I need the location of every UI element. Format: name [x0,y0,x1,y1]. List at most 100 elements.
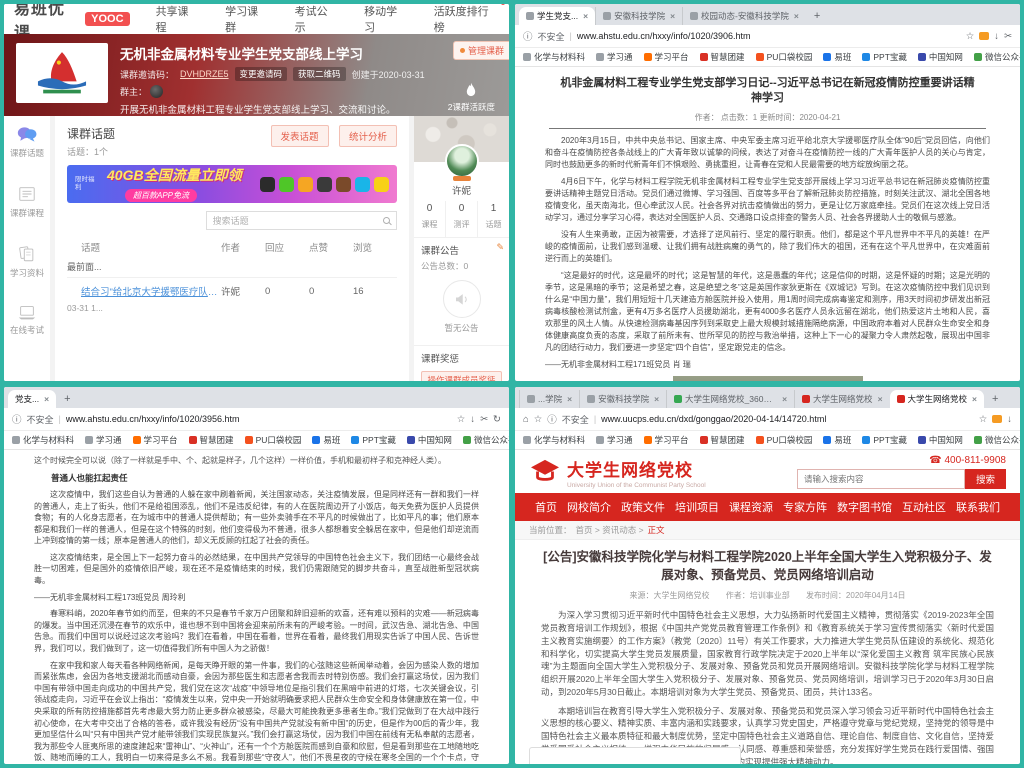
topic-row[interactable]: 结合习"给北京大学援鄂医疗队全体... 许妮 0 0 16 [67,277,397,298]
site-logo[interactable]: 大学生网络党校 University Union of the Communis… [529,456,706,489]
owner-avatar[interactable] [150,85,163,98]
get-qr-button[interactable]: 获取二维码 [293,67,346,81]
browser-tab[interactable]: 安徽科技学院 [579,390,666,408]
bookmark[interactable]: 化学与材料科 [523,434,585,446]
bookmark[interactable]: 微信公众平 [463,434,509,446]
yooc-nav-item[interactable]: 学习课群 [225,4,269,35]
bookmark[interactable]: 智慧团建 [700,51,745,63]
browser-tab[interactable]: 党支... [8,390,56,408]
security-label[interactable]: 不安全 [562,413,589,426]
bookmark[interactable]: 微信公众平 [974,51,1020,63]
star-icon[interactable]: ☆ [979,414,988,425]
bookmark[interactable]: PPT宝藏 [351,434,396,446]
bookmark[interactable]: 智慧团建 [700,434,745,446]
address-url[interactable]: www.uucps.edu.cn/dxd/gonggao/2020-04-14/… [601,414,974,424]
refresh-icon[interactable]: ↻ [493,414,501,425]
bookmark[interactable]: 化学与材料科 [12,434,74,446]
bookmark[interactable]: 智慧团建 [189,434,234,446]
browser-tab[interactable]: 校园动态-安徽科技学院 [682,7,806,25]
close-icon[interactable] [792,11,799,21]
manage-course-button[interactable]: 管理课群 [453,41,509,60]
download-icon[interactable]: ↓ [470,414,475,425]
breadcrumb-path[interactable]: 首页 > 资讯动态 > [576,524,644,536]
browser-tab[interactable]: 学生党支... [519,7,595,25]
sidebar-item-courses[interactable]: 课群课程 [4,185,50,219]
site-nav-item[interactable]: 首页 [535,499,557,515]
new-tab-icon[interactable] [810,8,826,24]
stat-item[interactable]: 0测评 [445,201,477,237]
edit-icon[interactable]: ✎ [496,242,504,253]
search-input[interactable] [797,469,965,489]
close-icon[interactable] [780,394,787,404]
site-nav-item[interactable]: 网校简介 [567,499,611,515]
sidebar-item-topics[interactable]: 课群话题 [4,126,50,159]
manage-rewards-button[interactable]: 操作课群成员奖惩 [421,371,501,381]
post-topic-button[interactable]: 发表话题 [271,125,329,147]
bookmark[interactable]: 学习通 [596,434,633,446]
stats-analysis-button[interactable]: 统计分析 [339,125,397,147]
site-nav-item[interactable]: 互动社区 [902,499,946,515]
change-code-button[interactable]: 变更邀请码 [235,67,288,81]
scissors-icon[interactable]: ✂ [480,414,488,425]
close-icon[interactable] [42,394,49,404]
bookmark[interactable]: 学习通 [596,51,633,63]
bookmark[interactable]: 学习平台 [644,51,689,63]
site-nav-item[interactable]: 培训项目 [675,499,719,515]
bookmark[interactable]: 学习平台 [133,434,178,446]
yooc-nav-item[interactable]: 考试公示 [295,4,339,35]
bookmark[interactable]: 中国知网 [918,434,963,446]
yooc-nav-item[interactable]: 活跃度排行榜 [434,4,499,35]
star-icon[interactable]: ☆ [534,414,543,425]
star-icon[interactable]: ☆ [457,414,466,425]
close-icon[interactable] [581,11,588,21]
site-nav-item[interactable]: 课程资源 [729,499,773,515]
topic-link[interactable]: 结合习"给北京大学援鄂医疗队全体... [67,284,221,298]
info-icon[interactable]: ⓘ [523,29,533,43]
address-url[interactable]: www.ahstu.edu.cn/hxxy/info/1020/3956.htm [66,414,452,424]
bookmark[interactable]: 易班 [823,51,851,63]
download-icon[interactable]: ↓ [994,31,999,42]
security-label[interactable]: 不安全 [538,30,565,43]
stat-item[interactable]: 1话题 [477,201,509,237]
site-nav-item[interactable]: 联系我们 [956,499,1000,515]
popup-box[interactable] [529,747,741,764]
bookmark[interactable]: 微信公众平 [974,434,1020,446]
close-icon[interactable] [652,394,659,404]
close-icon[interactable] [565,394,572,404]
star-icon[interactable]: ☆ [966,31,975,42]
bookmark[interactable]: 中国知网 [407,434,452,446]
bookmark[interactable]: 学习通 [85,434,122,446]
close-icon[interactable] [876,394,883,404]
address-url[interactable]: www.ahstu.edu.cn/hxxy/info/1020/3906.htm [577,31,961,41]
site-nav-item[interactable]: 数字图书馆 [837,499,892,515]
search-button[interactable]: 搜索 [965,469,1006,489]
sidebar-item-exams[interactable]: 在线考试 [4,305,50,336]
site-nav-item[interactable]: 专家方阵 [783,499,827,515]
search-icon[interactable] [383,217,390,224]
extension-icon[interactable] [992,415,1002,423]
browser-tab[interactable]: 安徽科技学院 [595,7,682,25]
bookmark[interactable]: PU口袋校园 [756,434,813,446]
home-icon[interactable]: ⌂ [523,414,529,425]
new-tab-icon[interactable] [988,391,1004,407]
extension-icon[interactable] [979,32,989,40]
close-icon[interactable] [668,11,675,21]
info-icon[interactable]: ⓘ [12,412,22,426]
close-icon[interactable] [970,394,977,404]
yooc-nav-item[interactable]: 移动学习 [364,4,408,35]
security-label[interactable]: 不安全 [27,413,54,426]
sidebar-item-materials[interactable]: 学习资料 [4,245,50,279]
bookmark[interactable]: PPT宝藏 [862,434,907,446]
topic-search-input[interactable]: 搜索话题 [206,211,397,230]
bookmark[interactable]: PU口袋校园 [756,51,813,63]
invite-code[interactable]: DVHDRZE5 [180,69,229,79]
browser-tab[interactable]: 大学生网络党校 [890,390,984,408]
site-nav-item[interactable]: 政策文件 [621,499,665,515]
yooc-nav-item[interactable]: 共享课程 [156,4,200,35]
browser-tab[interactable]: 大学生网络党校 [794,390,889,408]
bookmark[interactable]: PPT宝藏 [862,51,907,63]
bookmark[interactable]: 易班 [823,434,851,446]
info-icon[interactable]: ⓘ [547,412,557,426]
ad-banner[interactable]: 限时福利 40GB全国流量立即领 超百款APP免流 [67,165,397,203]
scissors-icon[interactable]: ✂ [1004,31,1012,42]
